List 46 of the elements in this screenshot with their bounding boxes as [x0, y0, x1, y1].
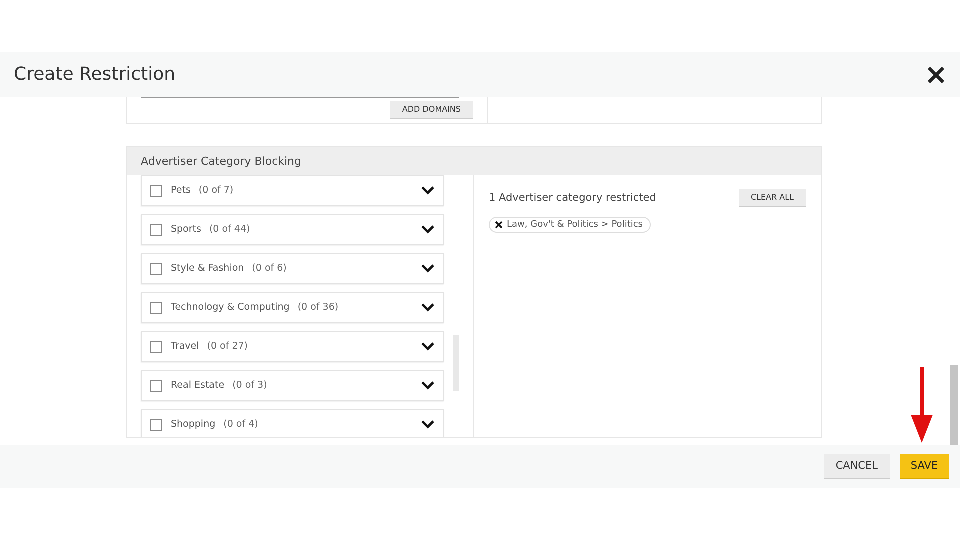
chevron-down-icon[interactable]	[421, 303, 435, 312]
category-row[interactable]: Travel (0 of 27)	[141, 331, 444, 362]
category-row[interactable]: Pets (0 of 7)	[141, 175, 444, 206]
category-name: Shopping	[171, 419, 216, 430]
scrollbar-thumb[interactable]	[950, 365, 958, 445]
summary-text: 1 Advertiser category restricted	[489, 192, 656, 204]
category-count: (0 of 36)	[298, 302, 339, 313]
chevron-down-icon[interactable]	[421, 342, 435, 351]
cancel-button[interactable]: CANCEL	[824, 454, 890, 479]
category-row[interactable]: Sports (0 of 44)	[141, 214, 444, 245]
category-name: Technology & Computing	[171, 302, 290, 313]
category-name: Real Estate	[171, 380, 225, 391]
checkbox[interactable]	[150, 302, 162, 314]
category-row[interactable]: Technology & Computing (0 of 36)	[141, 292, 444, 323]
close-button[interactable]: ×	[924, 60, 948, 88]
category-name: Style & Fashion	[171, 263, 244, 274]
category-count: (0 of 6)	[252, 263, 287, 274]
checkbox[interactable]	[150, 224, 162, 236]
category-row[interactable]: Shopping (0 of 4)	[141, 409, 444, 437]
chip-label: Law, Gov't & Politics > Politics	[507, 220, 643, 230]
category-name: Travel	[171, 341, 200, 352]
category-count: (0 of 4)	[224, 419, 258, 430]
clear-all-button[interactable]: CLEAR ALL	[738, 189, 806, 207]
chevron-down-icon[interactable]	[421, 225, 435, 234]
remove-icon[interactable]	[495, 221, 503, 229]
category-count: (0 of 27)	[207, 341, 248, 352]
category-count: (0 of 3)	[232, 380, 268, 391]
chevron-down-icon[interactable]	[421, 381, 435, 390]
checkbox[interactable]	[150, 340, 162, 352]
category-row[interactable]: Real Estate (0 of 3)	[141, 370, 444, 401]
checkbox[interactable]	[150, 262, 162, 274]
section-title: Advertiser Category Blocking	[141, 154, 302, 168]
category-count: (0 of 44)	[209, 224, 250, 235]
dialog-title: Create Restriction	[14, 64, 176, 85]
chevron-down-icon[interactable]	[421, 420, 435, 429]
chevron-down-icon[interactable]	[421, 264, 435, 273]
category-row[interactable]: Style & Fashion (0 of 6)	[141, 253, 444, 284]
category-count: (0 of 7)	[198, 185, 234, 196]
category-name: Pets	[171, 185, 191, 196]
chevron-down-icon[interactable]	[421, 186, 435, 195]
add-domains-button[interactable]: ADD DOMAINS	[390, 101, 473, 119]
save-button[interactable]: SAVE	[900, 454, 949, 479]
checkbox[interactable]	[150, 184, 162, 196]
checkbox[interactable]	[150, 418, 162, 430]
checkbox[interactable]	[150, 380, 162, 392]
category-name: Sports	[171, 224, 202, 235]
